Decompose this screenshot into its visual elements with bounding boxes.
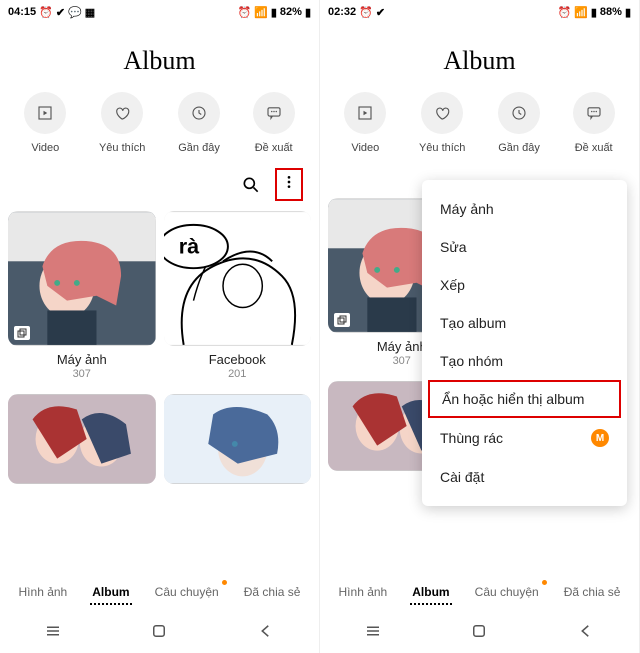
wifi-icon: 📶 [574,6,588,19]
album-thumbnail: rà [164,211,312,346]
clock-icon [190,104,208,122]
tab-stories[interactable]: Câu chuyện [473,581,541,605]
nav-bar [0,609,319,653]
search-icon[interactable] [241,175,261,195]
notif-icon: ⏰ [39,6,53,19]
play-icon [36,104,54,122]
album-name: Máy ảnh [8,352,156,367]
status-bar: 02:32 ⏰ ✔ ⏰ 📶 ▮ 88% ▮ [320,0,639,24]
heart-icon [113,104,131,122]
menu-item-sort[interactable]: Xếp [422,266,627,304]
top-buttons-row: Video Yêu thích Gần đây Đề xuất [320,92,639,154]
menu-item-create-album[interactable]: Tạo album [422,304,627,342]
album-count: 307 [8,368,156,380]
clock-icon [510,104,528,122]
video-label: Video [351,142,379,154]
notif-icon: ⏰ [359,6,373,19]
notif-icon: ✔ [56,6,65,19]
heart-icon [433,104,451,122]
suggest-label: Đề xuất [575,142,613,154]
recent-button[interactable]: Gần đây [498,92,540,154]
back-nav-icon[interactable] [577,622,595,640]
suggest-button[interactable]: Đề xuất [573,92,615,154]
tab-images[interactable]: Hình ảnh [17,581,70,605]
favorites-button[interactable]: Yêu thích [419,92,465,154]
album-grid-row2 [0,394,319,484]
clock-time: 02:32 [328,6,356,18]
suggest-label: Đề xuất [255,142,293,154]
favorites-label: Yêu thích [419,142,465,154]
album-item[interactable]: rà Facebook 201 [164,211,312,380]
nav-bar [320,609,639,653]
battery-icon: ▮ [305,6,311,19]
recent-button[interactable]: Gần đây [178,92,220,154]
notification-dot-icon [542,580,547,585]
album-item[interactable]: Máy ảnh 307 [8,211,156,380]
page-title: Album [0,46,319,76]
bottom-tabs: Hình ảnh Album Câu chuyện Đã chia sẻ [0,581,319,605]
suggest-button[interactable]: Đề xuất [253,92,295,154]
stack-badge-icon [14,326,30,340]
menu-item-hide-show-album[interactable]: Ẩn hoặc hiển thị album [428,380,621,418]
clock-time: 04:15 [8,6,36,18]
page-title: Album [320,46,639,76]
menu-item-camera[interactable]: Máy ảnh [422,190,627,228]
album-thumbnail [8,211,156,346]
svg-text:rà: rà [178,233,199,258]
tab-album[interactable]: Album [90,581,131,605]
album-name: Facebook [164,352,312,367]
tab-shared[interactable]: Đã chia sẻ [242,581,303,605]
video-label: Video [31,142,59,154]
wifi-icon: 📶 [254,6,268,19]
menu-item-create-group[interactable]: Tạo nhóm [422,342,627,380]
recents-nav-icon[interactable] [364,622,382,640]
tab-shared[interactable]: Đã chia sẻ [562,581,623,605]
notif-icon: ✔ [376,6,385,19]
notification-dot-icon [222,580,227,585]
home-nav-icon[interactable] [150,622,168,640]
status-bar: 04:15 ⏰ ✔ 💬 ▦ ⏰ 📶 ▮ 82% ▮ [0,0,319,24]
alarm-icon: ⏰ [557,6,571,19]
battery-text: 88% [600,6,622,18]
album-item[interactable] [164,394,312,484]
album-count: 201 [164,368,312,380]
recent-label: Gần đây [178,142,220,154]
tab-images[interactable]: Hình ảnh [337,581,390,605]
home-nav-icon[interactable] [470,622,488,640]
bottom-tabs: Hình ảnh Album Câu chuyện Đã chia sẻ [320,581,639,605]
recent-label: Gần đây [498,142,540,154]
alarm-icon: ⏰ [237,6,251,19]
options-menu: Máy ảnh Sửa Xếp Tạo album Tạo nhóm Ẩn ho… [422,180,627,506]
bubble-icon [265,104,283,122]
badge-icon: M [591,429,609,447]
video-button[interactable]: Video [24,92,66,154]
favorites-label: Yêu thích [99,142,145,154]
notif-icon: 💬 [68,6,82,19]
actions-row [0,168,319,211]
menu-item-settings[interactable]: Cài đặt [422,458,627,496]
favorites-button[interactable]: Yêu thích [99,92,145,154]
recents-nav-icon[interactable] [44,622,62,640]
more-options-highlight [275,168,303,201]
menu-item-edit[interactable]: Sửa [422,228,627,266]
top-buttons-row: Video Yêu thích Gần đây Đề xuất [0,92,319,154]
signal-icon: ▮ [271,6,277,19]
tab-album[interactable]: Album [410,581,451,605]
signal-icon: ▮ [591,6,597,19]
video-button[interactable]: Video [344,92,386,154]
stack-badge-icon [334,313,350,327]
notif-icon: ▦ [85,6,95,19]
more-icon[interactable] [281,172,297,192]
back-nav-icon[interactable] [257,622,275,640]
tab-stories[interactable]: Câu chuyện [153,581,221,605]
play-icon [356,104,374,122]
bubble-icon [585,104,603,122]
right-screenshot: 02:32 ⏰ ✔ ⏰ 📶 ▮ 88% ▮ Album Video Yêu th… [320,0,640,653]
battery-text: 82% [280,6,302,18]
album-grid: Máy ảnh 307 rà Facebook 201 [0,211,319,380]
battery-icon: ▮ [625,6,631,19]
left-screenshot: 04:15 ⏰ ✔ 💬 ▦ ⏰ 📶 ▮ 82% ▮ Album Video Yê… [0,0,320,653]
menu-item-trash[interactable]: Thùng rácM [422,418,627,458]
album-item[interactable] [8,394,156,484]
